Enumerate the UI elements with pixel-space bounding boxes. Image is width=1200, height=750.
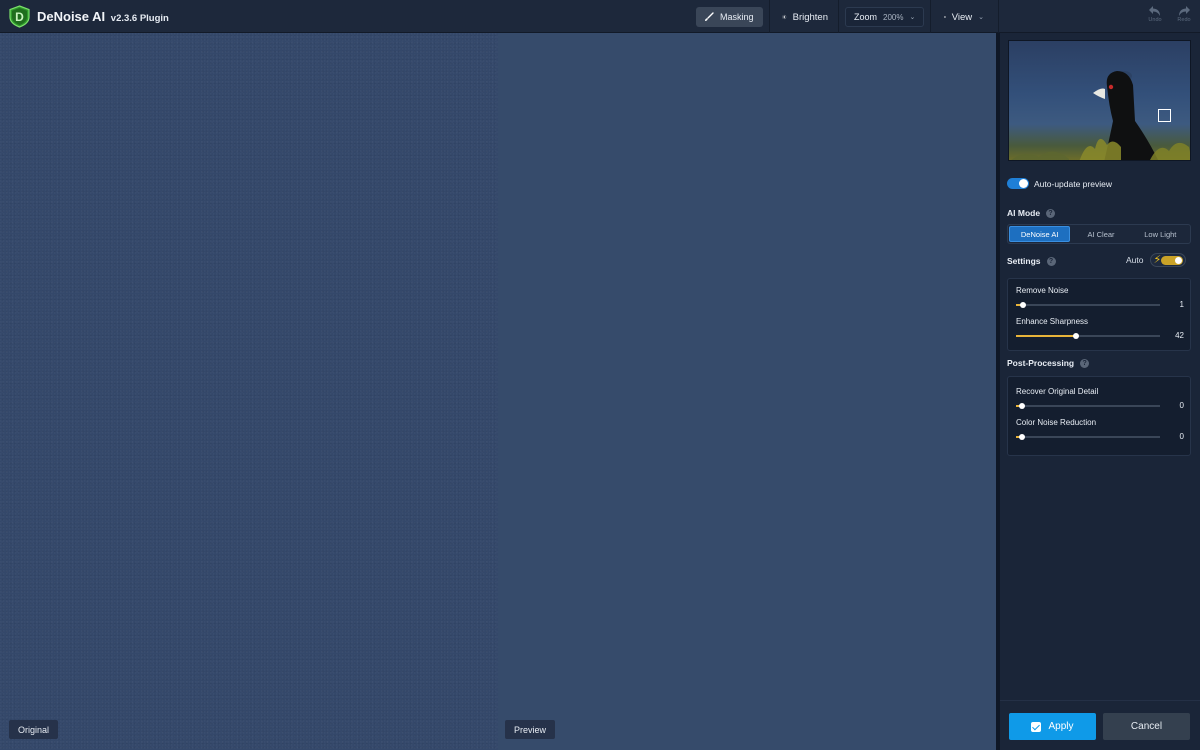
zoom-label: Zoom bbox=[854, 12, 878, 22]
toolbar-separator bbox=[930, 0, 931, 33]
help-icon[interactable]: ? bbox=[1080, 358, 1090, 368]
svg-text:D: D bbox=[15, 10, 24, 24]
auto-update-label: Auto-update preview bbox=[1034, 178, 1112, 189]
bird-thumbnail-image bbox=[1011, 71, 1190, 160]
redo-icon bbox=[1179, 6, 1190, 16]
auto-update-row: Auto-update preview bbox=[1007, 178, 1112, 189]
ai-mode-ai-clear[interactable]: AI Clear bbox=[1071, 225, 1130, 243]
split-view-icon bbox=[944, 16, 946, 18]
toolbar-separator bbox=[838, 0, 839, 33]
slider-track[interactable] bbox=[1016, 433, 1160, 440]
auto-update-toggle[interactable] bbox=[1007, 178, 1029, 189]
ai-mode-title: AI Mode ? bbox=[1007, 208, 1056, 218]
slider-label: Remove Noise bbox=[1016, 286, 1069, 295]
view-label: View bbox=[951, 11, 973, 23]
apply-button[interactable]: Apply bbox=[1009, 713, 1096, 740]
settings-card: Remove Noise 1 Enhance Sharpness 42 bbox=[1007, 278, 1191, 351]
slider-label: Color Noise Reduction bbox=[1016, 418, 1097, 427]
masking-button[interactable]: Masking bbox=[696, 7, 763, 27]
redo-button[interactable]: Redo bbox=[1172, 5, 1196, 29]
zoom-value: 200% bbox=[883, 12, 904, 22]
redo-label: Redo bbox=[1177, 17, 1191, 23]
slider-value: 0 bbox=[1179, 401, 1184, 410]
slider-knob[interactable] bbox=[1073, 332, 1080, 339]
slider-color-noise-reduction[interactable]: Color Noise Reduction 0 bbox=[1016, 418, 1184, 441]
navigator-focus-box[interactable] bbox=[1158, 109, 1171, 122]
undo-label: Undo bbox=[1148, 17, 1162, 23]
panel-footer-divider bbox=[1000, 700, 1200, 701]
checkbox-icon bbox=[1031, 721, 1042, 732]
settings-panel: Auto-update preview AI Mode ? DeNoise AI… bbox=[1000, 33, 1200, 750]
slider-track[interactable] bbox=[1016, 301, 1160, 308]
slider-recover-original-detail[interactable]: Recover Original Detail 0 bbox=[1016, 387, 1184, 410]
cancel-label: Cancel bbox=[1130, 721, 1163, 732]
slider-track[interactable] bbox=[1016, 332, 1160, 339]
toolbar-separator bbox=[769, 0, 770, 33]
ai-mode-denoise-ai[interactable]: DeNoise AI bbox=[1009, 226, 1071, 242]
post-processing-title-text: Post-Processing bbox=[1007, 358, 1075, 368]
navigator-thumbnail[interactable] bbox=[1008, 40, 1191, 161]
app-name: DeNoise AI bbox=[37, 9, 106, 24]
ai-mode-low-light[interactable]: Low Light bbox=[1131, 225, 1190, 243]
undo-button[interactable]: Undo bbox=[1143, 5, 1167, 29]
cancel-button[interactable]: Cancel bbox=[1103, 713, 1190, 740]
ai-mode-title-text: AI Mode bbox=[1007, 208, 1041, 218]
brighten-button[interactable]: Brighten bbox=[774, 7, 836, 27]
post-processing-card: Recover Original Detail 0 Color Noise Re… bbox=[1007, 376, 1191, 456]
settings-title-text: Settings bbox=[1007, 256, 1041, 266]
slider-enhance-sharpness[interactable]: Enhance Sharpness 42 bbox=[1016, 317, 1184, 340]
auto-label: Auto bbox=[1126, 255, 1144, 265]
masking-label: Masking bbox=[720, 12, 754, 22]
app-version: v2.3.6 Plugin bbox=[110, 13, 169, 24]
settings-title: Settings ? bbox=[1007, 256, 1056, 266]
slider-fill bbox=[1016, 335, 1077, 337]
slider-label: Enhance Sharpness bbox=[1016, 317, 1089, 326]
slider-value: 42 bbox=[1175, 331, 1184, 340]
slider-value: 1 bbox=[1179, 300, 1184, 309]
auto-settings: Auto ⚡ bbox=[1126, 253, 1186, 267]
app-title: DeNoise AI v2.3.6 Plugin bbox=[37, 9, 169, 24]
slider-value: 0 bbox=[1179, 432, 1184, 441]
slider-knob[interactable] bbox=[1020, 301, 1027, 308]
help-icon[interactable]: ? bbox=[1046, 208, 1056, 218]
sun-icon bbox=[782, 14, 787, 20]
top-toolbar: D DeNoise AI v2.3.6 Plugin Masking Brigh… bbox=[0, 0, 1200, 33]
app-logo-icon: D bbox=[8, 5, 31, 28]
slider-knob[interactable] bbox=[1019, 402, 1025, 409]
post-processing-title: Post-Processing ? bbox=[1007, 358, 1090, 368]
view-dropdown[interactable]: View ⌄ bbox=[936, 7, 992, 27]
image-canvas[interactable]: Original Preview bbox=[0, 33, 996, 750]
chevron-down-icon: ⌄ bbox=[978, 14, 984, 21]
slider-track[interactable] bbox=[1016, 402, 1160, 409]
apply-label: Apply bbox=[1048, 721, 1074, 732]
undo-icon bbox=[1149, 6, 1160, 16]
preview-pane[interactable] bbox=[498, 33, 996, 750]
slider-knob[interactable] bbox=[1019, 433, 1025, 440]
slider-remove-noise[interactable]: Remove Noise 1 bbox=[1016, 286, 1184, 309]
zoom-dropdown[interactable]: Zoom 200% ⌄ bbox=[845, 7, 924, 27]
auto-toggle-track bbox=[1160, 256, 1183, 265]
chevron-down-icon: ⌄ bbox=[909, 14, 916, 21]
help-icon[interactable]: ? bbox=[1046, 256, 1056, 266]
brush-icon bbox=[705, 12, 714, 21]
toolbar-separator bbox=[998, 0, 999, 33]
brighten-label: Brighten bbox=[792, 11, 828, 23]
auto-settings-toggle[interactable]: ⚡ bbox=[1149, 253, 1186, 267]
original-pane[interactable] bbox=[0, 33, 498, 750]
preview-label: Preview bbox=[505, 720, 556, 739]
slider-label: Recover Original Detail bbox=[1016, 387, 1099, 396]
original-label: Original bbox=[9, 720, 59, 739]
ai-mode-selector: DeNoise AI AI Clear Low Light bbox=[1007, 224, 1191, 244]
